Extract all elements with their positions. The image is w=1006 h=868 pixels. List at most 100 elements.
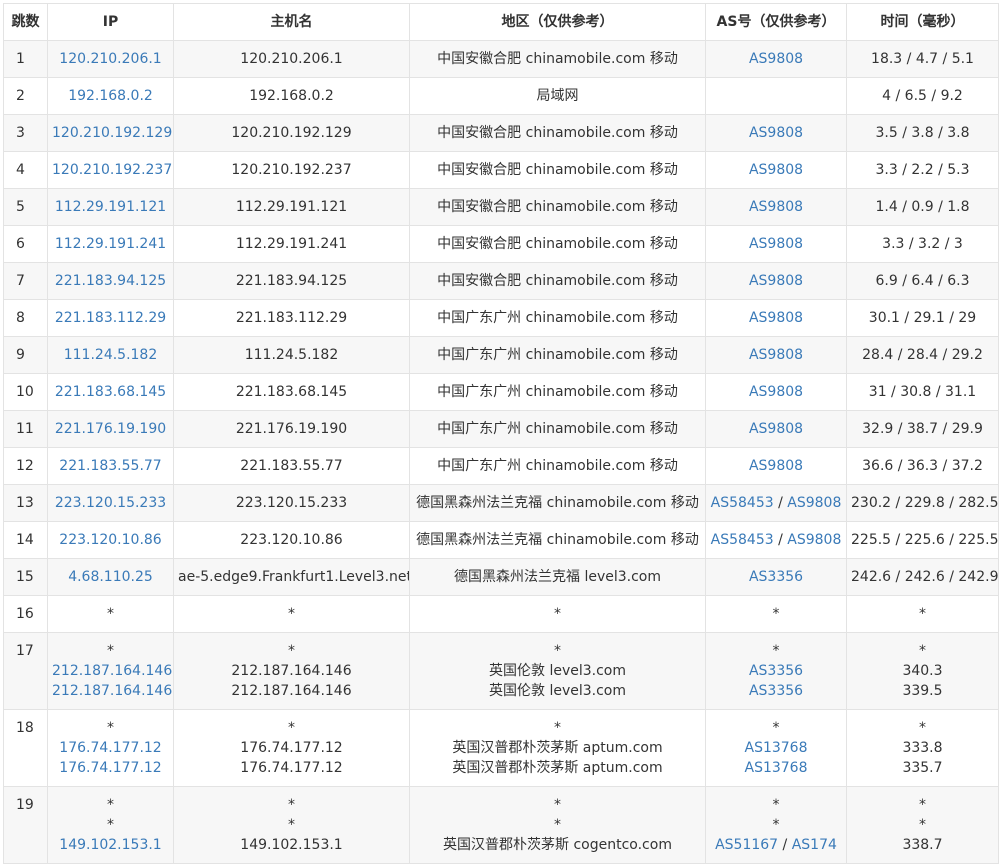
asn-placeholder: * xyxy=(772,797,780,813)
table-row: 5 112.29.191.121 112.29.191.121 中国安徽合肥 chin… xyxy=(3,188,999,226)
asn-placeholder: * xyxy=(772,817,780,833)
hop-number: 1 xyxy=(3,40,48,78)
asn-cell: AS9808 xyxy=(705,262,847,300)
asn-line: AS13768 xyxy=(710,738,842,758)
asn-link[interactable]: AS9808 xyxy=(749,199,803,215)
region-cell: 中国广东广州 chinamobile.com 移动 xyxy=(409,373,706,411)
asn-link[interactable]: AS9808 xyxy=(749,384,803,400)
region-cell: 中国广东广州 chinamobile.com 移动 xyxy=(409,410,706,448)
hostname-cell: 221.183.55.77 xyxy=(173,447,410,485)
asn-link[interactable]: AS9808 xyxy=(749,51,803,67)
ip-cell: 112.29.191.121 xyxy=(47,188,174,226)
ip-line: * xyxy=(52,641,169,661)
ip-link[interactable]: 120.210.206.1 xyxy=(59,51,161,67)
asn-placeholder: * xyxy=(772,643,780,659)
asn-link[interactable]: AS58453 xyxy=(711,495,774,511)
ip-cell: * xyxy=(47,595,174,633)
ip-cell: 120.210.192.129 xyxy=(47,114,174,152)
region-cell: 中国安徽合肥 chinamobile.com 移动 xyxy=(409,40,706,78)
ip-link[interactable]: 221.183.94.125 xyxy=(55,273,166,289)
ip-link[interactable]: 4.68.110.25 xyxy=(68,569,153,585)
ip-link[interactable]: 120.210.192.237 xyxy=(52,162,172,178)
asn-link[interactable]: AS3356 xyxy=(749,663,803,679)
asn-link[interactable]: AS9808 xyxy=(749,125,803,141)
ip-cell: 223.120.15.233 xyxy=(47,484,174,522)
time-cell: * xyxy=(846,595,999,633)
header-asn: AS号（仅供参考） xyxy=(705,3,847,41)
ip-link[interactable]: 223.120.15.233 xyxy=(55,495,166,511)
ip-cell: 120.210.192.237 xyxy=(47,151,174,189)
hop-number: 6 xyxy=(3,225,48,263)
time-cell: 32.9 / 38.7 / 29.9 xyxy=(846,410,999,448)
asn-link[interactable]: AS58453 xyxy=(711,532,774,548)
time-cell: * * 338.7 xyxy=(846,786,999,864)
asn-link[interactable]: AS9808 xyxy=(749,421,803,437)
hop-number: 2 xyxy=(3,77,48,115)
asn-link[interactable]: AS9808 xyxy=(749,310,803,326)
region-cell: 中国广东广州 chinamobile.com 移动 xyxy=(409,447,706,485)
hostname-line: * xyxy=(288,797,295,813)
ip-link[interactable]: 192.168.0.2 xyxy=(68,88,153,104)
asn-link[interactable]: AS9808 xyxy=(749,347,803,363)
asn-link[interactable]: AS174 xyxy=(792,837,837,853)
asn-cell: AS9808 xyxy=(705,40,847,78)
asn-link[interactable]: AS9808 xyxy=(749,273,803,289)
hop-number: 15 xyxy=(3,558,48,596)
ip-link[interactable]: 149.102.153.1 xyxy=(59,837,161,853)
asn-link[interactable]: AS51167 xyxy=(715,837,778,853)
ip-link[interactable]: 176.74.177.12 xyxy=(59,760,161,776)
hostname-cell: * 212.187.164.146 212.187.164.146 xyxy=(173,632,410,710)
ip-link[interactable]: 221.183.55.77 xyxy=(59,458,161,474)
table-row: 11 221.176.19.190 221.176.19.190 中国广东广州 chi… xyxy=(3,410,999,448)
ip-link[interactable]: 223.120.10.86 xyxy=(59,532,161,548)
asn-cell: * * AS51167 / AS174 xyxy=(705,786,847,864)
ip-link[interactable]: 120.210.192.129 xyxy=(52,125,172,141)
region-cell: 中国安徽合肥 chinamobile.com 移动 xyxy=(409,225,706,263)
asn-line: AS3356 xyxy=(710,661,842,681)
ip-link[interactable]: 112.29.191.121 xyxy=(55,199,166,215)
hostname-cell: 120.210.192.129 xyxy=(173,114,410,152)
asn-link[interactable]: AS9808 xyxy=(749,236,803,252)
asn-link[interactable]: AS9808 xyxy=(749,458,803,474)
hop-number: 3 xyxy=(3,114,48,152)
asn-link[interactable]: AS3356 xyxy=(749,683,803,699)
table-row: 14 223.120.10.86 223.120.10.86 德国黑森州法兰克福 ch… xyxy=(3,521,999,559)
asn-line: AS13768 xyxy=(710,758,842,778)
ip-link[interactable]: 221.183.112.29 xyxy=(55,310,166,326)
time-cell: 1.4 / 0.9 / 1.8 xyxy=(846,188,999,226)
ip-link[interactable]: 212.187.164.146 xyxy=(52,683,172,699)
asn-separator: / xyxy=(778,837,792,853)
region-cell: * 英国伦敦 level3.com 英国伦敦 level3.com xyxy=(409,632,706,710)
ip-link[interactable]: 221.176.19.190 xyxy=(55,421,166,437)
ip-link[interactable]: 176.74.177.12 xyxy=(59,740,161,756)
ip-cell: 111.24.5.182 xyxy=(47,336,174,374)
asn-link[interactable]: AS13768 xyxy=(745,740,808,756)
ip-cell: 192.168.0.2 xyxy=(47,77,174,115)
ip-link[interactable]: 221.183.68.145 xyxy=(55,384,166,400)
header-hop: 跳数 xyxy=(3,3,48,41)
asn-link[interactable]: AS9808 xyxy=(787,495,841,511)
region-line: 英国伦敦 level3.com xyxy=(489,663,626,679)
ip-link[interactable]: 112.29.191.241 xyxy=(55,236,166,252)
hop-number: 8 xyxy=(3,299,48,337)
asn-link[interactable]: AS3356 xyxy=(749,569,803,585)
asn-link[interactable]: AS9808 xyxy=(787,532,841,548)
region-cell: 中国安徽合肥 chinamobile.com 移动 xyxy=(409,151,706,189)
asn-cell: * AS3356 AS3356 xyxy=(705,632,847,710)
asn-line: * xyxy=(710,795,842,815)
time-line: 339.5 xyxy=(902,683,943,699)
asn-link[interactable]: AS9808 xyxy=(749,162,803,178)
ip-link[interactable]: 212.187.164.146 xyxy=(52,663,172,679)
ip-line: 176.74.177.12 xyxy=(52,758,169,778)
hostname-cell: 120.210.192.237 xyxy=(173,151,410,189)
hostname-line: * xyxy=(288,643,295,659)
asn-link[interactable]: AS13768 xyxy=(745,760,808,776)
hop-number: 16 xyxy=(3,595,48,633)
hop-number: 12 xyxy=(3,447,48,485)
hostname-cell: * 176.74.177.12 176.74.177.12 xyxy=(173,709,410,787)
region-line: * xyxy=(554,797,561,813)
ip-link[interactable]: 111.24.5.182 xyxy=(64,347,158,363)
asn-line: * xyxy=(710,641,842,661)
region-line: 英国汉普郡朴茨茅斯 aptum.com xyxy=(452,760,663,776)
hostname-cell: 111.24.5.182 xyxy=(173,336,410,374)
